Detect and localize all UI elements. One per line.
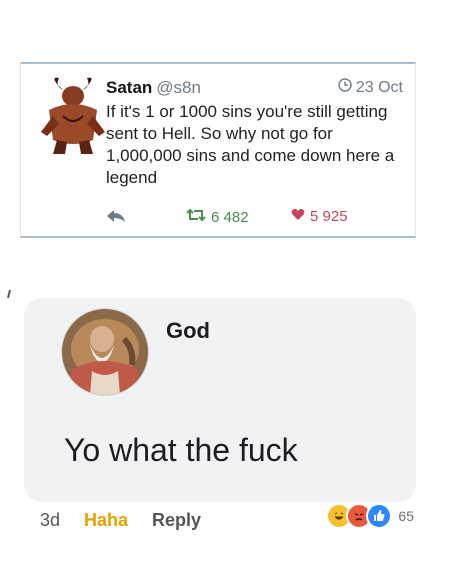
reply-icon[interactable] xyxy=(106,209,126,227)
god-painting-image xyxy=(62,309,148,395)
comment-actions: 3d Haha Reply xyxy=(40,510,201,531)
reply-button[interactable]: Reply xyxy=(152,510,201,531)
god-avatar[interactable] xyxy=(61,308,149,396)
tweet-actions: 6 482 5 925 xyxy=(106,208,396,228)
comment-timestamp[interactable]: 3d xyxy=(40,510,60,531)
tweet-date[interactable]: 23 Oct xyxy=(338,78,403,97)
retweet-icon xyxy=(186,208,206,226)
like-count: 5 925 xyxy=(310,208,348,225)
reaction-count: 65 xyxy=(398,508,414,524)
satan-avatar[interactable] xyxy=(37,76,109,156)
clock-icon xyxy=(338,78,352,97)
comment-bubble: God Yo what the fuck xyxy=(24,298,416,502)
retweet-button[interactable]: 6 482 xyxy=(186,208,249,226)
tweet-text: If it's 1 or 1000 sins you're still gett… xyxy=(106,102,395,187)
tweet-author-handle[interactable]: @s8n xyxy=(156,78,201,97)
heart-icon xyxy=(291,208,305,225)
comment-text: Yo what the fuck xyxy=(64,432,298,468)
stray-mark xyxy=(6,289,12,299)
tweet-author-name[interactable]: Satan xyxy=(106,78,152,97)
like-button[interactable]: 5 925 xyxy=(291,208,348,225)
like-icon xyxy=(366,503,393,529)
comment-author-name[interactable]: God xyxy=(166,318,210,344)
reaction-summary[interactable]: 65 xyxy=(326,503,414,529)
haha-reaction-button[interactable]: Haha xyxy=(84,510,128,531)
tweet-date-text: 23 Oct xyxy=(355,78,403,96)
tweet-card: Satan @s8n 23 Oct If it's 1 or 1000 sins … xyxy=(20,62,416,238)
tweet-header: Satan @s8n xyxy=(106,78,201,98)
retweet-count: 6 482 xyxy=(211,208,249,226)
devil-figure-image xyxy=(41,77,105,154)
